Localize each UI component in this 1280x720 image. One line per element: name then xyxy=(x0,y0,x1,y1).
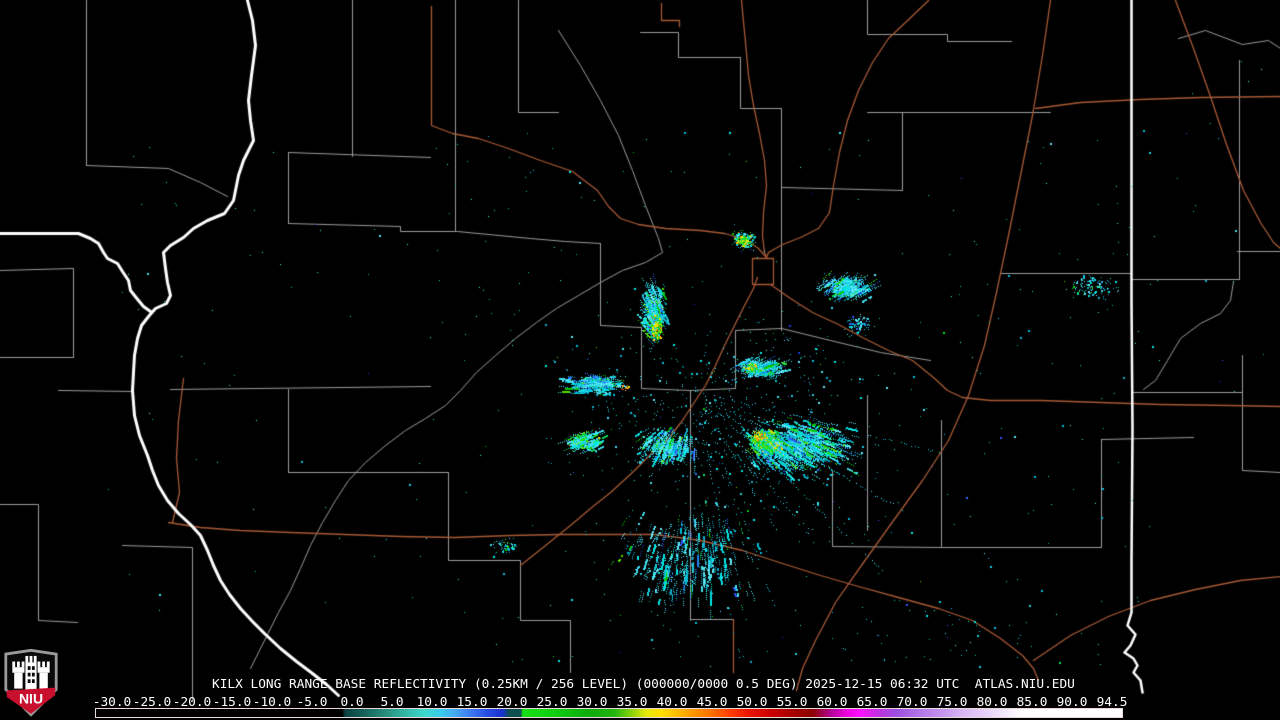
niu-logo-text: NIU xyxy=(19,691,43,707)
niu-logo: NIU xyxy=(4,648,58,717)
product-caption: KILX LONG RANGE BASE REFLECTIVITY (0.25K… xyxy=(212,677,1075,692)
reflectivity-colorbar xyxy=(95,708,1123,718)
colorbar-tick-labels: -30.0 -25.0 -20.0 -15.0 -10.0 -5.0 0.0 5.0 10.0 1… xyxy=(0,695,1280,710)
radar-app-screen: KILX LONG RANGE BASE REFLECTIVITY (0.25K… xyxy=(0,0,1280,720)
radar-map-canvas xyxy=(0,0,1280,720)
